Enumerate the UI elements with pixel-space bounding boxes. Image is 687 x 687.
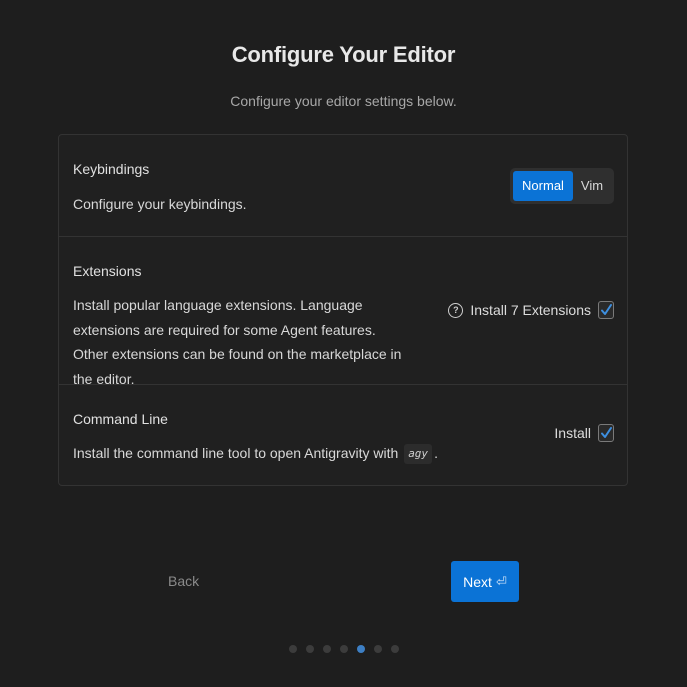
- command-line-description-end: .: [434, 445, 438, 461]
- progress-dots: [289, 645, 408, 653]
- progress-dot: [374, 645, 382, 653]
- progress-dot: [289, 645, 297, 653]
- next-label: Next: [463, 573, 492, 590]
- checkmark-icon: [601, 427, 612, 438]
- command-line-install-label: Install: [554, 425, 591, 441]
- keybinding-normal-button[interactable]: Normal: [513, 171, 573, 201]
- command-line-section: Command Line Install the command line to…: [59, 385, 627, 485]
- progress-dot: [306, 645, 314, 653]
- keybindings-title: Keybindings: [73, 161, 150, 177]
- command-line-install-checkbox[interactable]: [598, 424, 614, 442]
- progress-dot-active: [357, 645, 365, 653]
- progress-dot: [323, 645, 331, 653]
- keybindings-description: Configure your keybindings.: [73, 196, 247, 212]
- next-button[interactable]: Next ⏎: [451, 561, 519, 602]
- command-line-description: Install the command line tool to open An…: [73, 441, 438, 466]
- command-code: agy: [404, 444, 433, 465]
- onboarding-page: Configure Your Editor Configure your edi…: [0, 0, 687, 687]
- page-title: Configure Your Editor: [231, 42, 456, 67]
- progress-dot: [391, 645, 399, 653]
- command-line-install-control: Install: [554, 424, 614, 442]
- back-button[interactable]: Back: [168, 573, 199, 589]
- extensions-install-checkbox[interactable]: [598, 301, 614, 319]
- question-circle-icon[interactable]: ?: [448, 302, 464, 318]
- settings-card: Keybindings Configure your keybindings. …: [58, 134, 628, 486]
- enter-icon: ⏎: [495, 573, 507, 589]
- keybinding-vim-button[interactable]: Vim: [573, 171, 611, 201]
- extensions-description: Install popular language extensions. Lan…: [73, 297, 402, 387]
- keybindings-toggle: Normal Vim: [510, 168, 614, 204]
- command-line-title: Command Line: [73, 411, 168, 427]
- checkmark-icon: [601, 304, 612, 315]
- command-line-description-text: Install the command line tool to open An…: [73, 445, 399, 461]
- extensions-install-label: Install 7 Extensions: [470, 302, 591, 318]
- extensions-section: Extensions Install popular language exte…: [59, 237, 627, 387]
- extensions-title: Extensions: [73, 263, 142, 279]
- extensions-install-control: ? Install 7 Extensions: [448, 301, 614, 319]
- keybindings-section: Keybindings Configure your keybindings. …: [59, 135, 627, 237]
- progress-dot: [340, 645, 348, 653]
- page-subtitle: Configure your editor settings below.: [230, 93, 457, 109]
